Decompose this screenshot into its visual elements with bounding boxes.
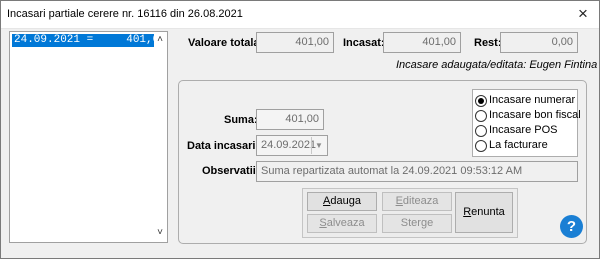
radio-la-facturare[interactable]: La facturare [475,139,577,153]
renunta-label: enunta [471,206,505,218]
window-title: Incasari partiale cerere nr. 16116 din 2… [7,8,243,20]
payments-list[interactable]: 24.09.2021 = 401,00 ˄ ˅ [9,31,168,243]
radio-incasare-pos[interactable]: Incasare POS [475,124,577,138]
adauga-button[interactable]: Adauga [307,192,377,211]
radio-label: Incasare numerar [489,94,576,106]
rest-label: Rest: [474,37,502,49]
adauga-label: dauga [330,195,361,207]
salveaza-accel: S [319,217,327,229]
sterge-label-a: Ster [400,217,421,229]
editeaza-label: diteaza [402,195,439,207]
sterge-label-b: e [427,217,434,229]
suma-label: Suma: [224,114,258,126]
payment-type-radio-group: Incasare numerar Incasare bon fiscal Inc… [472,89,581,157]
observatii-label: Observatii: [202,165,260,177]
buttons-panel: Adauga Editeaza Salveaza Sterge Renunta [302,188,518,238]
chevron-down-icon[interactable]: ▼ [311,137,326,154]
radio-empty-icon[interactable] [475,125,487,137]
salveaza-label: alveaza [326,217,365,229]
list-item[interactable]: 24.09.2021 = 401,00 [12,34,166,47]
suma-field[interactable]: 401,00 [256,109,324,130]
radio-empty-icon[interactable] [475,140,487,152]
data-incasarii-value: 24.09.2021 [261,139,317,151]
edited-by-note: Incasare adaugata/editata: Eugen Fintina [396,59,598,71]
scroll-up-icon[interactable]: ˄ [155,35,165,45]
observatii-field[interactable]: Suma repartizata automat la 24.09.2021 0… [256,161,578,182]
radio-incasare-bon-fiscal[interactable]: Incasare bon fiscal [475,109,581,123]
help-icon[interactable]: ? [560,215,583,238]
valoare-totala-field: 401,00 [256,32,334,53]
scroll-down-icon[interactable]: ˅ [155,228,165,238]
editeaza-button[interactable]: Editeaza [382,192,452,211]
radio-label: La facturare [489,139,548,151]
incasat-label: Incasat: [343,37,385,49]
renunta-accel: R [463,206,472,218]
data-incasarii-picker[interactable]: 24.09.2021 ▼ [256,135,328,156]
radio-label: Incasare bon fiscal [489,109,581,121]
sterge-button[interactable]: Sterge [382,214,452,233]
incasat-field: 401,00 [383,32,461,53]
data-incasarii-label: Data incasarii: [187,140,263,152]
radio-selected-icon[interactable] [475,95,487,107]
renunta-button[interactable]: Renunta [455,192,513,233]
editeaza-accel: E [395,195,403,207]
valoare-totala-label: Valoare totala: [188,37,264,49]
close-icon[interactable]: × [573,5,593,23]
salveaza-button[interactable]: Salveaza [307,214,377,233]
radio-empty-icon[interactable] [475,110,487,122]
rest-field: 0,00 [500,32,578,53]
radio-incasare-numerar[interactable]: Incasare numerar [475,94,577,108]
radio-label: Incasare POS [489,124,558,136]
title-bar: Incasari partiale cerere nr. 16116 din 2… [1,1,599,29]
